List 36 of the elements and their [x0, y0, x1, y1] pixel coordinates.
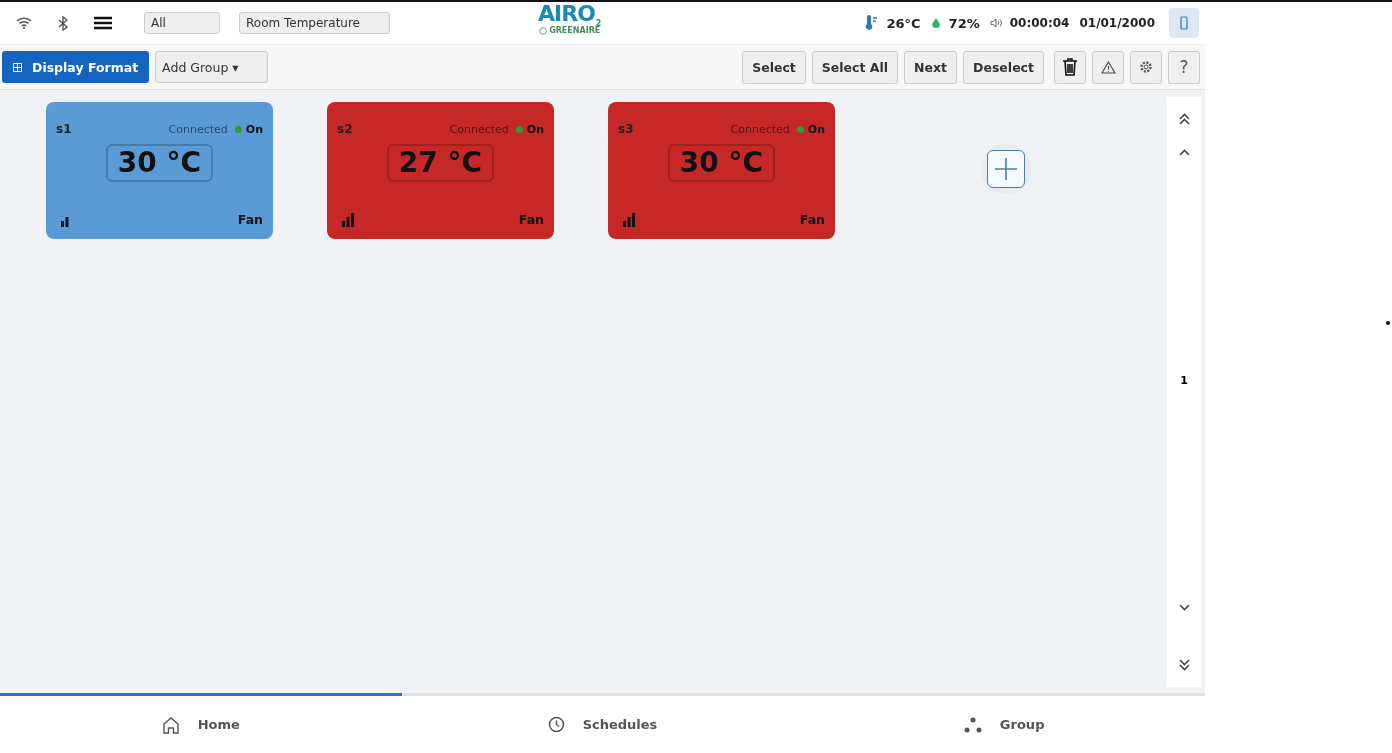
logo-tagline: GREENAIRE [549, 26, 601, 35]
temperature-display: 30 °C [667, 144, 776, 182]
toolbar-button[interactable]: Deselect [963, 50, 1044, 84]
power-state: On [807, 122, 825, 136]
nav-tab[interactable]: Group [803, 693, 1205, 753]
sensor-card[interactable]: s1 Connected On 30 °C Fan [46, 102, 273, 239]
clock-time: 00:00:04 [1009, 16, 1070, 30]
toolbar-button[interactable]: Select All [811, 50, 899, 84]
help-button[interactable]: ? [1168, 50, 1200, 84]
nav-tab[interactable]: Schedules [401, 693, 804, 753]
add-group-dropdown[interactable]: Add Group ▾ [155, 51, 269, 83]
humidity-reading: 72% [948, 15, 980, 31]
temperature-display: 30 °C [105, 144, 214, 182]
connection-status: Connected [168, 122, 228, 136]
connection-status: Connected [449, 122, 509, 136]
power-state: On [245, 122, 263, 136]
nav-tab[interactable]: Home [0, 693, 402, 753]
logo-title: AIRO [538, 3, 595, 25]
sensor-name: s2 [337, 122, 353, 136]
page-number: 1 [1180, 373, 1188, 387]
fan-mode: Fan [799, 212, 825, 227]
sensor-name: s1 [56, 122, 72, 136]
toolbar-button[interactable]: Next [904, 50, 958, 84]
filter-dropdown[interactable]: All [144, 12, 220, 34]
fan-mode: Fan [237, 212, 263, 227]
fan-mode: Fan [518, 212, 544, 227]
date-text: 01/01/2000 [1079, 16, 1155, 30]
temperature-display: 27 °C [386, 144, 495, 182]
temperature-reading: 26°C [886, 15, 921, 31]
sensor-name: s3 [618, 122, 634, 136]
logo-mark: 2 [595, 19, 602, 28]
power-state: On [526, 122, 544, 136]
display-format-button[interactable]: Display Format [2, 51, 150, 83]
sensor-type-dropdown[interactable]: Room Temperature [239, 12, 390, 34]
toolbar-button[interactable]: Select [742, 50, 806, 84]
connection-status: Connected [730, 122, 790, 136]
